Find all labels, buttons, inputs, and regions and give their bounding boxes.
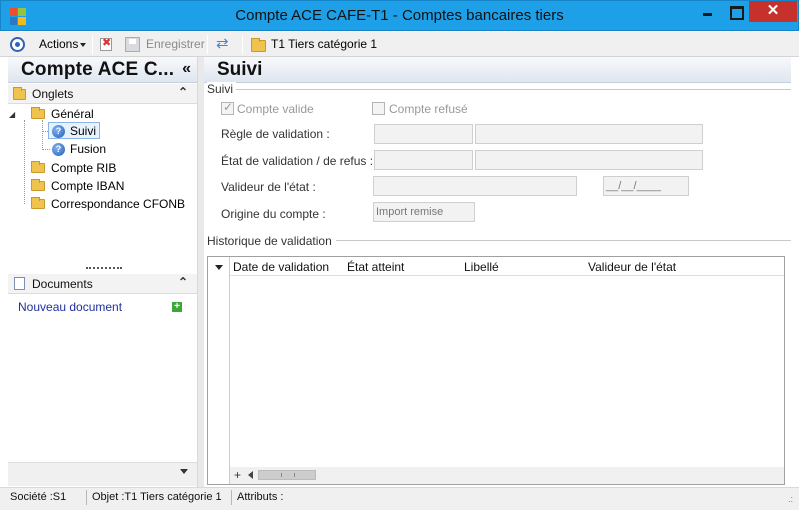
suivi-group-label: Suivi [207,82,237,96]
delete-icon[interactable] [100,36,112,51]
chevron-down-icon [80,42,87,47]
toolbar: Actions Enregistrer ⇄ T1 Tiers catégorie… [0,32,799,57]
maximize-button[interactable] [722,1,749,22]
column-header[interactable]: Libellé [464,260,499,274]
resize-grip-icon[interactable]: .: [788,494,793,504]
tree-expander-icon[interactable]: ◢ [9,110,17,119]
panel-splitter[interactable] [86,267,122,270]
row-selector-column [208,257,230,484]
tree-item-compte-iban[interactable]: Compte IBAN [51,178,124,194]
status-societe: Société :S1 [7,490,87,505]
chevron-down-icon[interactable] [180,469,188,474]
tree-connector [42,120,43,150]
compte-valide-checkbox[interactable] [221,100,234,115]
documents-section-label: Documents [32,277,93,291]
group-divider [336,240,791,241]
etat-validation-code-field[interactable] [374,150,473,170]
object-button[interactable]: T1 Tiers catégorie 1 [271,32,377,57]
add-icon[interactable]: + [172,302,182,312]
origine-label: Origine du compte : [221,207,326,221]
actions-label: Actions [39,37,79,51]
tree-item-compte-rib[interactable]: Compte RIB [51,160,116,176]
add-row-icon[interactable]: + [234,468,241,482]
column-header[interactable]: État atteint [347,260,404,274]
navigation-icon[interactable] [10,37,25,52]
folder-icon [31,179,45,191]
documents-section-header[interactable]: Documents ⌃ [8,274,197,294]
left-panel-footer [8,462,197,486]
page-title: Suivi [217,59,263,80]
regle-validation-desc-field[interactable] [475,124,703,144]
historique-group-label: Historique de validation [207,234,335,248]
vertical-splitter[interactable] [197,57,204,487]
minimize-button[interactable] [694,1,722,22]
valideur-label: Valideur de l'état : [221,180,316,194]
column-header[interactable]: Date de validation [233,260,329,274]
origine-field: Import remise [373,202,475,222]
new-document-link[interactable]: Nouveau document [18,300,122,314]
tree-connector [24,120,25,204]
toolbar-separator [242,35,243,54]
tabs-section-label: Onglets [32,87,74,101]
tree-item-general[interactable]: Général [51,106,94,122]
scroll-left-icon[interactable] [248,471,253,479]
toolbar-separator [207,35,208,54]
regle-validation-label: Règle de validation : [221,127,330,141]
status-objet: Objet :T1 Tiers catégorie 1 [89,490,232,505]
tree-connector [42,149,50,150]
collapse-panel-icon[interactable]: « [182,60,191,78]
column-header[interactable]: Valideur de l'état [588,260,676,274]
folder-icon [31,161,45,173]
left-panel-header: Compte ACE C... « [8,57,197,83]
save-icon[interactable] [125,37,140,52]
valideur-field[interactable] [373,176,577,196]
save-button[interactable]: Enregistrer [146,32,205,57]
etat-validation-desc-field[interactable] [475,150,703,170]
toolbar-separator [92,35,93,54]
group-divider [236,89,791,90]
historique-grid[interactable]: Date de validation État atteint Libellé … [207,256,785,485]
regle-validation-code-field[interactable] [374,124,473,144]
folder-icon [251,38,266,52]
status-bar: Société :S1 Objet :T1 Tiers catégorie 1 … [0,487,799,510]
window-title: Compte ACE CAFE-T1 - Comptes bancaires t… [235,7,564,24]
status-attributs: Attributs : [237,491,284,503]
compte-refuse-label: Compte refusé [389,102,468,116]
refresh-icon[interactable]: ⇄ [216,36,232,52]
etat-validation-label: État de validation / de refus : [221,154,374,168]
question-icon: ? [52,143,65,156]
scrollbar-thumb[interactable] [258,470,316,480]
folder-icon [13,87,26,100]
actions-menu-button[interactable]: Actions [39,32,87,57]
main-header: Suivi [204,57,791,83]
question-icon: ? [52,125,65,138]
dropdown-arrow-icon[interactable] [215,265,223,270]
collapse-section-icon[interactable]: ⌃ [178,85,188,99]
title-bar: Compte ACE CAFE-T1 - Comptes bancaires t… [0,0,799,31]
collapse-section-icon[interactable]: ⌃ [178,275,188,289]
date-field[interactable]: __/__/____ [603,176,689,196]
grid-header: Date de validation État atteint Libellé … [208,257,784,276]
folder-icon [31,197,45,209]
close-button[interactable]: ✕ [749,1,797,22]
tree-item-suivi[interactable]: Suivi [70,123,96,139]
compte-valide-label: Compte valide [237,102,314,116]
tree-item-fusion[interactable]: Fusion [70,141,106,157]
left-panel-title: Compte ACE C... [21,59,175,80]
compte-refuse-checkbox[interactable] [372,102,385,115]
folder-open-icon [31,107,45,119]
tree-item-correspondance-cfonb[interactable]: Correspondance CFONB [51,196,185,212]
documents-list [8,295,197,486]
document-icon [14,277,25,290]
tabs-section-header[interactable]: Onglets ⌃ [8,84,197,104]
